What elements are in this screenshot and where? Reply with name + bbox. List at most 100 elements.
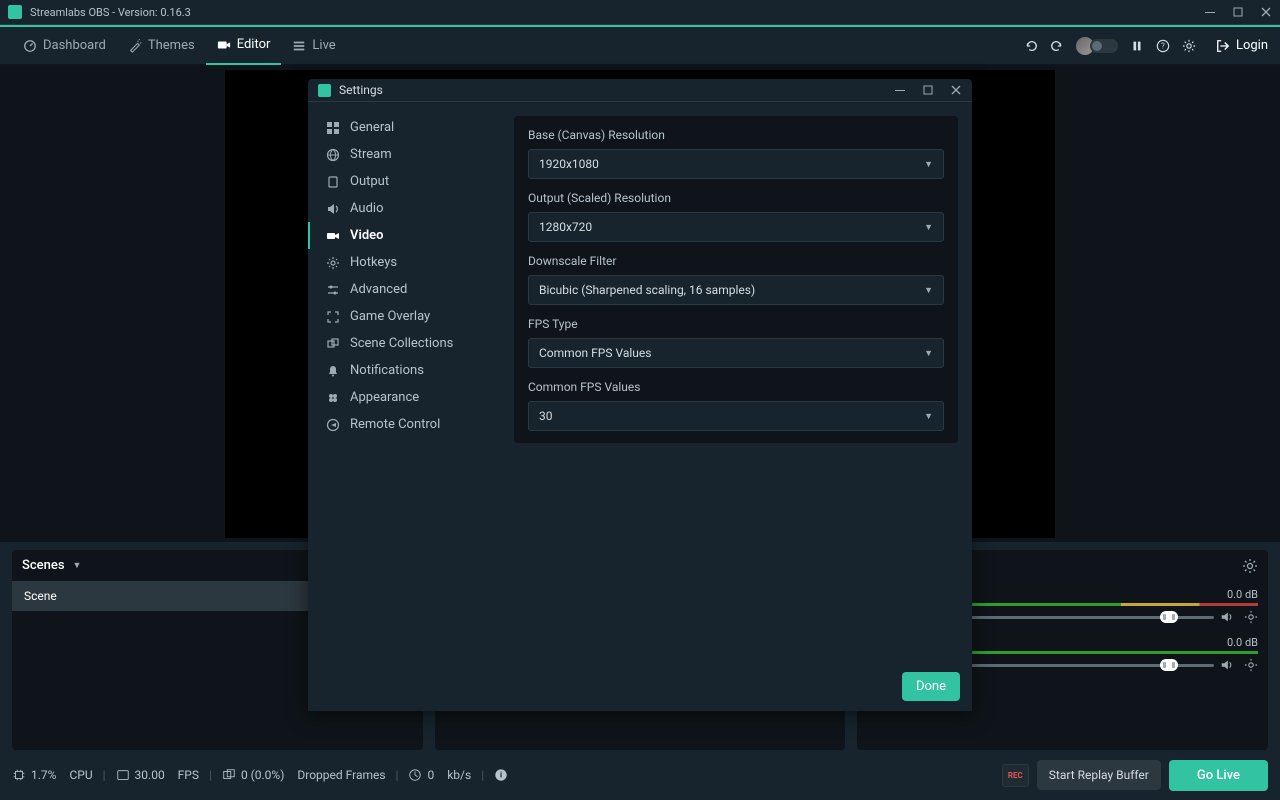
info-icon[interactable]: i: [494, 768, 508, 782]
minimize-icon[interactable]: [1204, 6, 1216, 18]
tab-live[interactable]: Live: [281, 27, 346, 65]
titlebar: Streamlabs OBS - Version: 0.16.3: [0, 0, 1280, 25]
sidebar-item-advanced[interactable]: Advanced: [308, 276, 500, 303]
help-icon[interactable]: ?: [1156, 39, 1170, 53]
tab-label: Live: [312, 38, 335, 53]
common-fps-select[interactable]: 30▼: [528, 401, 944, 431]
appearance-icon: [326, 391, 340, 405]
tab-themes[interactable]: Themes: [117, 27, 206, 65]
grid-icon: [326, 121, 340, 135]
downscale-filter-select[interactable]: Bicubic (Sharpened scaling, 16 samples)▼: [528, 275, 944, 305]
undo-icon[interactable]: [1024, 39, 1038, 53]
wand-icon: [128, 39, 142, 53]
pause-icon[interactable]: [1130, 39, 1144, 53]
remote-icon: [326, 418, 340, 432]
settings-titlebar: Settings: [308, 79, 972, 102]
maximize-icon[interactable]: [922, 84, 934, 96]
sidebar-item-game-overlay[interactable]: Game Overlay: [308, 303, 500, 330]
settings-title: Settings: [339, 83, 894, 97]
video-icon: [326, 229, 340, 243]
speaker-icon[interactable]: [1220, 610, 1234, 624]
scenes-title: Scenes: [22, 558, 65, 573]
app-title: Streamlabs OBS - Version: 0.16.3: [30, 6, 1204, 19]
status-dropped: 0 (0.0%) Dropped Frames: [222, 768, 386, 782]
field-label: Base (Canvas) Resolution: [528, 128, 944, 142]
close-icon[interactable]: [950, 84, 962, 96]
fps-type-select[interactable]: Common FPS Values▼: [528, 338, 944, 368]
replay-buffer-button[interactable]: Start Replay Buffer: [1037, 760, 1161, 790]
field-label: Downscale Filter: [528, 254, 944, 268]
gear-icon[interactable]: [1244, 610, 1258, 624]
field-label: FPS Type: [528, 317, 944, 331]
statusbar: 1.7% CPU | 30.00 FPS | 0 (0.0%) Dropped …: [0, 750, 1280, 800]
minimize-icon[interactable]: [894, 84, 906, 96]
output-icon: [326, 175, 340, 189]
tab-dashboard[interactable]: Dashboard: [12, 27, 117, 65]
globe-icon: [326, 148, 340, 162]
collection-icon: [326, 337, 340, 351]
record-button[interactable]: REC: [1002, 764, 1029, 787]
chevron-down-icon: ▼: [924, 348, 933, 359]
cpu-icon: [12, 768, 26, 782]
svg-text:i: i: [500, 771, 502, 780]
bell-icon: [326, 364, 340, 378]
speaker-icon[interactable]: [1220, 658, 1234, 672]
tab-label: Themes: [148, 38, 195, 53]
sidebar-item-general[interactable]: General: [308, 114, 500, 141]
svg-text:?: ?: [1161, 41, 1165, 50]
sidebar-item-hotkeys[interactable]: Hotkeys: [308, 249, 500, 276]
settings-content: Base (Canvas) Resolution 1920x1080▼ Outp…: [500, 102, 972, 666]
maximize-icon[interactable]: [1232, 6, 1244, 18]
base-resolution-select[interactable]: 1920x1080▼: [528, 149, 944, 179]
camera-icon: [217, 38, 231, 52]
logout-icon: [1216, 39, 1230, 53]
field-label: Output (Scaled) Resolution: [528, 191, 944, 205]
sidebar-item-scene-collections[interactable]: Scene Collections: [308, 330, 500, 357]
app-icon: [8, 5, 22, 19]
status-bitrate: 0 kb/s: [408, 768, 471, 782]
close-icon[interactable]: [1260, 6, 1272, 18]
chevron-down-icon: ▼: [924, 285, 933, 296]
frames-icon: [222, 768, 236, 782]
done-button[interactable]: Done: [902, 672, 960, 701]
expand-icon: [326, 310, 340, 324]
tab-label: Editor: [237, 37, 271, 52]
field-label: Common FPS Values: [528, 380, 944, 394]
app-icon: [318, 84, 331, 97]
sidebar-item-stream[interactable]: Stream: [308, 141, 500, 168]
sidebar-item-audio[interactable]: Audio: [308, 195, 500, 222]
sidebar-item-remote-control[interactable]: Remote Control: [308, 411, 500, 438]
tab-editor[interactable]: Editor: [206, 27, 282, 65]
go-live-button[interactable]: Go Live: [1169, 760, 1268, 791]
status-fps: 30.00 FPS: [116, 768, 199, 782]
sidebar-item-output[interactable]: Output: [308, 168, 500, 195]
login-label: Login: [1236, 38, 1268, 53]
output-resolution-select[interactable]: 1280x720▼: [528, 212, 944, 242]
sliders-icon: [326, 283, 340, 297]
tab-label: Dashboard: [43, 38, 106, 53]
user-toggle[interactable]: [1076, 37, 1118, 55]
bitrate-icon: [408, 768, 422, 782]
settings-modal: Settings General Stream Output Audio Vid…: [308, 79, 972, 711]
list-icon: [292, 39, 306, 53]
chevron-down-icon: ▼: [924, 411, 933, 422]
gear-icon[interactable]: [1244, 658, 1258, 672]
toolbar: Dashboard Themes Editor Live ? Login: [0, 27, 1280, 65]
speaker-icon: [326, 202, 340, 216]
sidebar-item-appearance[interactable]: Appearance: [308, 384, 500, 411]
gear-icon: [326, 256, 340, 270]
gear-icon[interactable]: [1182, 39, 1196, 53]
sidebar-item-notifications[interactable]: Notifications: [308, 357, 500, 384]
chevron-down-icon: ▼: [73, 560, 82, 571]
toggle-icon: [1090, 39, 1118, 53]
fps-icon: [116, 768, 130, 782]
chevron-down-icon: ▼: [924, 222, 933, 233]
status-cpu: 1.7% CPU: [12, 768, 93, 782]
chevron-down-icon: ▼: [924, 159, 933, 170]
login-button[interactable]: Login: [1208, 38, 1268, 53]
settings-sidebar: General Stream Output Audio Video Hotkey…: [308, 102, 500, 666]
gear-icon[interactable]: [1242, 558, 1258, 574]
dashboard-icon: [23, 39, 37, 53]
redo-icon[interactable]: [1050, 39, 1064, 53]
sidebar-item-video[interactable]: Video: [308, 222, 500, 249]
